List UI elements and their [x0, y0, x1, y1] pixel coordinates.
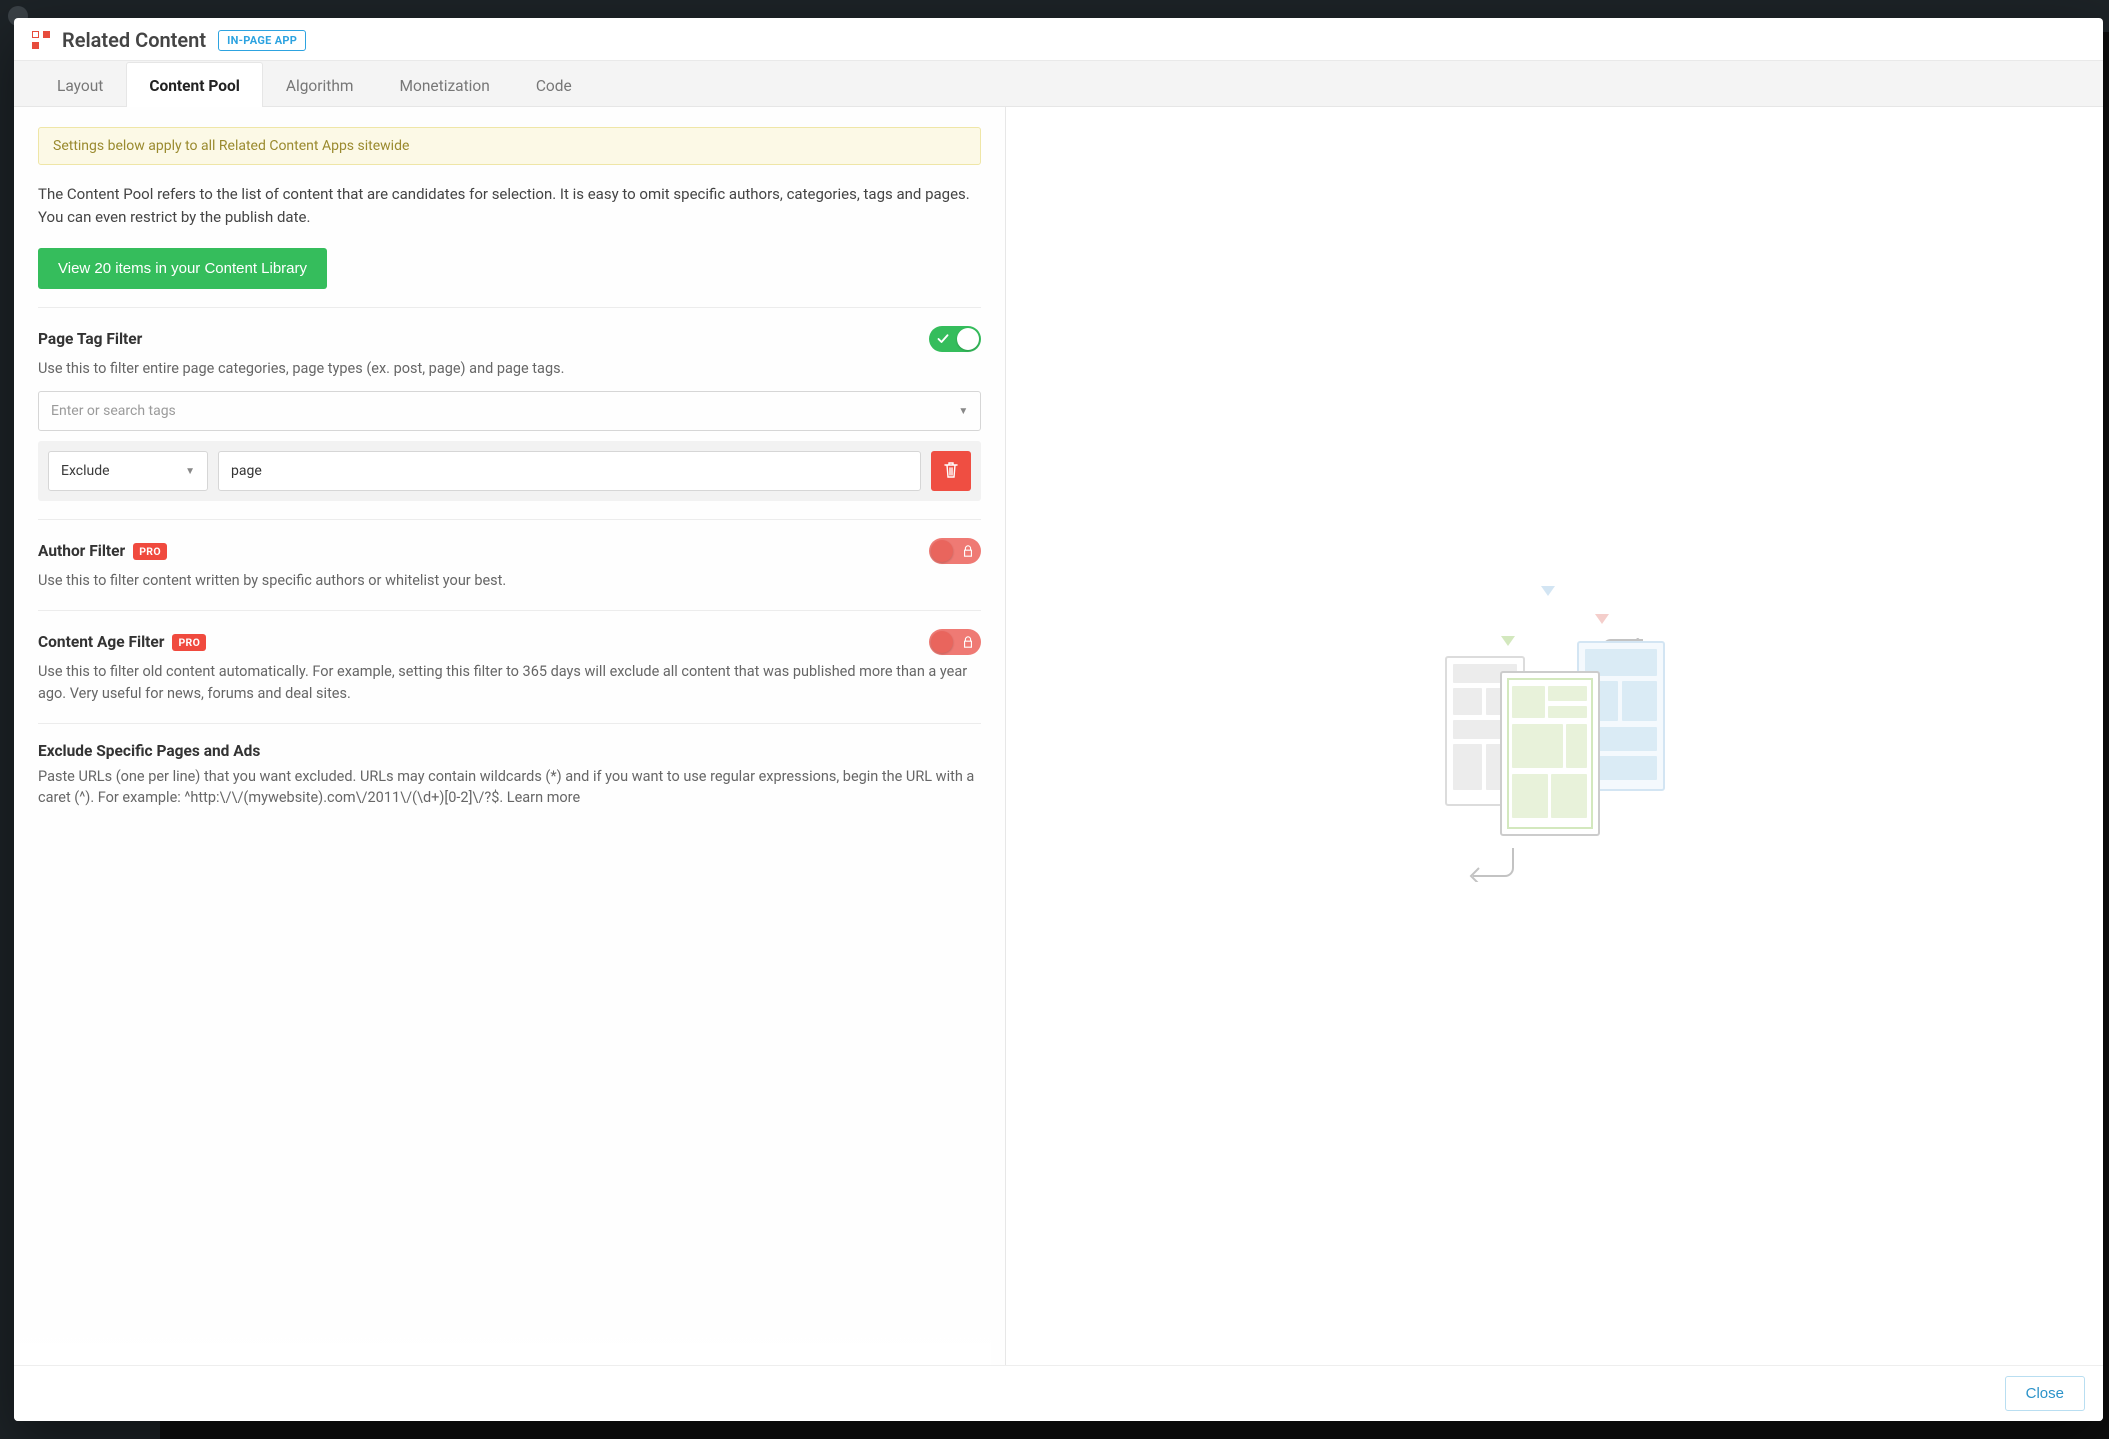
pro-badge: PRO [172, 634, 206, 651]
tab-monetization[interactable]: Monetization [376, 62, 512, 107]
in-page-app-badge: IN-PAGE APP [218, 30, 306, 51]
preview-pane [1006, 107, 2103, 1365]
content-pool-intro: The Content Pool refers to the list of c… [38, 183, 981, 230]
section-page-tag-filter: Page Tag Filter Use this to filter entir… [38, 307, 981, 520]
content-age-filter-desc: Use this to filter old content automatic… [38, 661, 981, 705]
section-exclude-pages: Exclude Specific Pages and Ads Paste URL… [38, 723, 981, 828]
tab-code[interactable]: Code [513, 62, 595, 107]
rule-mode-select[interactable]: Exclude ▼ [48, 451, 208, 491]
content-age-filter-toggle[interactable] [929, 629, 981, 655]
modal-title: Related Content [62, 28, 206, 52]
page-tag-filter-desc: Use this to filter entire page categorie… [38, 358, 981, 380]
lock-icon [962, 636, 974, 648]
sitewide-notice: Settings below apply to all Related Cont… [38, 127, 981, 165]
content-pool-illustration [1445, 586, 1665, 886]
related-content-icon [32, 31, 50, 49]
tag-search-select[interactable]: Enter or search tags ▼ [38, 391, 981, 431]
delete-rule-button[interactable] [931, 451, 971, 491]
modal-header: Related Content IN-PAGE APP [14, 18, 2103, 61]
trash-icon [944, 462, 958, 481]
author-filter-toggle[interactable] [929, 538, 981, 564]
close-button[interactable]: Close [2005, 1376, 2085, 1411]
tab-content-pool[interactable]: Content Pool [126, 62, 262, 107]
tab-layout[interactable]: Layout [34, 62, 126, 107]
caret-down-icon: ▼ [958, 406, 968, 417]
author-filter-desc: Use this to filter content written by sp… [38, 570, 981, 592]
tag-filter-rule: Exclude ▼ page [38, 441, 981, 501]
tabs-bar: Layout Content Pool Algorithm Monetizati… [14, 61, 2103, 107]
pro-badge: PRO [133, 543, 167, 560]
check-icon [937, 333, 949, 345]
settings-pane: Settings below apply to all Related Cont… [14, 107, 1006, 1365]
section-author-filter: Author Filter PRO Use this to filter con… [38, 519, 981, 610]
page-tag-filter-title: Page Tag Filter [38, 330, 142, 348]
author-filter-title: Author Filter [38, 542, 125, 560]
content-age-filter-title: Content Age Filter [38, 633, 164, 651]
tab-algorithm[interactable]: Algorithm [263, 62, 377, 107]
section-content-age-filter: Content Age Filter PRO Use this to filte… [38, 610, 981, 723]
exclude-pages-title: Exclude Specific Pages and Ads [38, 742, 260, 760]
caret-down-icon: ▼ [185, 466, 195, 477]
rule-mode-value: Exclude [61, 463, 110, 479]
tag-search-placeholder: Enter or search tags [51, 403, 176, 419]
exclude-pages-desc: Paste URLs (one per line) that you want … [38, 766, 981, 810]
rule-value-field[interactable]: page [218, 451, 921, 491]
settings-scroll[interactable]: Settings below apply to all Related Cont… [14, 107, 1005, 1365]
rule-value-text: page [231, 463, 262, 479]
settings-modal: Related Content IN-PAGE APP Layout Conte… [14, 18, 2103, 1421]
view-library-button[interactable]: View 20 items in your Content Library [38, 248, 327, 289]
lock-icon [962, 545, 974, 557]
modal-footer: Close [14, 1365, 2103, 1421]
page-tag-filter-toggle[interactable] [929, 326, 981, 352]
